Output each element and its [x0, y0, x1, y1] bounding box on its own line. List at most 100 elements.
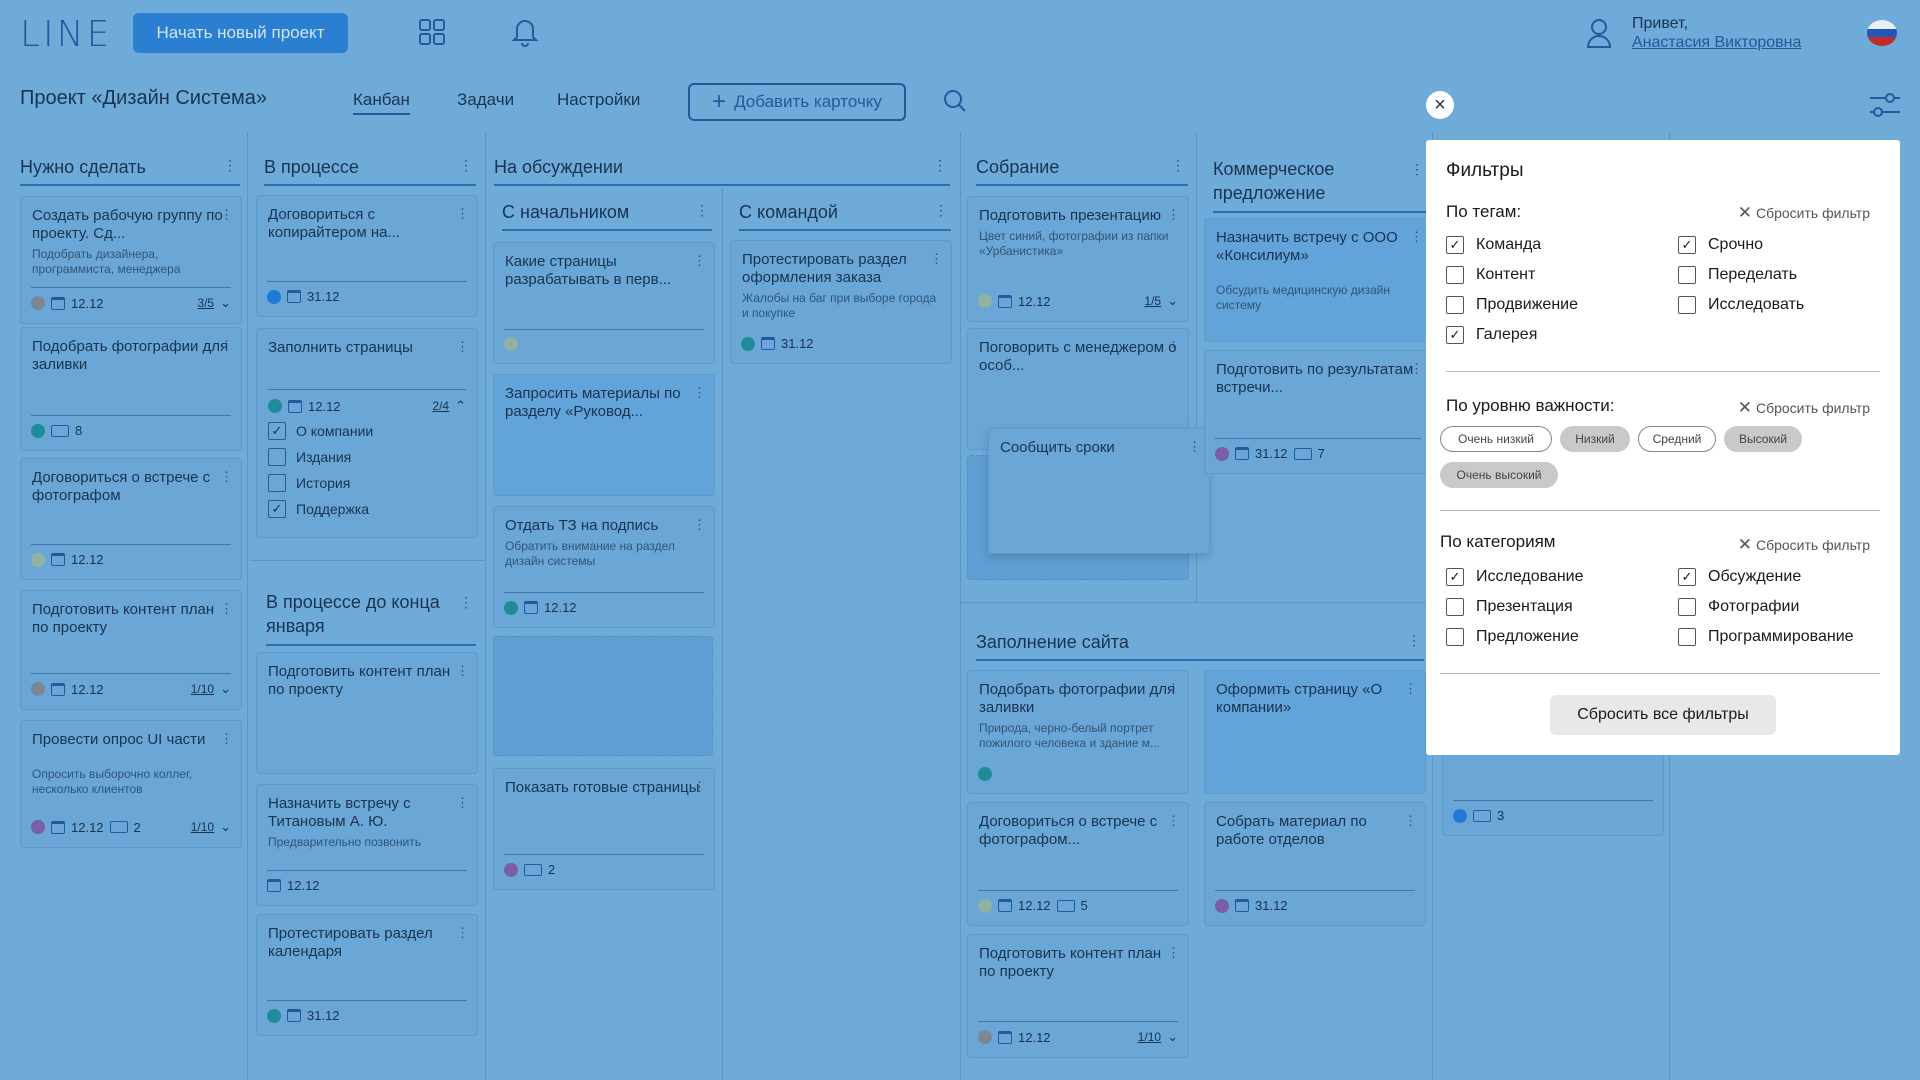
subtask-count[interactable]: 1/10 [1138, 1030, 1161, 1044]
card-menu-icon[interactable]: ⋮ [930, 251, 943, 267]
filter-category-checkbox[interactable]: Презентация [1446, 598, 1573, 616]
card-menu-icon[interactable]: ⋮ [693, 253, 706, 269]
checkbox[interactable]: ✓ [268, 500, 286, 518]
column-menu-icon[interactable]: ⋮ [1171, 157, 1185, 174]
kanban-card[interactable]: Создать рабочую группу по проекту. Сд...… [20, 196, 242, 324]
chevron-down-icon[interactable]: ⌄ [220, 681, 231, 697]
column-header-site[interactable]: Заполнение сайта ⋮ [976, 632, 1424, 661]
column-menu-icon[interactable]: ⋮ [459, 157, 473, 174]
kanban-card[interactable]: Договориться с копирайтером на... ⋮ 31.1… [256, 195, 478, 317]
card-menu-icon[interactable]: ⋮ [1410, 229, 1423, 245]
card-menu-icon[interactable]: ⋮ [220, 207, 233, 223]
filter-category-checkbox[interactable]: ✓ Исследование [1446, 568, 1584, 586]
card-menu-icon[interactable]: ⋮ [220, 469, 233, 485]
add-card-button[interactable]: + Добавить карточку [688, 83, 906, 121]
chevron-down-icon[interactable]: ⌄ [1167, 293, 1178, 309]
card-menu-icon[interactable]: ⋮ [456, 795, 469, 811]
checkbox[interactable] [1446, 296, 1464, 314]
kanban-card[interactable]: Показать готовые страницы ⋮ 2 [493, 768, 715, 890]
column-menu-icon[interactable]: ⋮ [223, 157, 237, 174]
column-header-todo[interactable]: Нужно сделать ⋮ [20, 157, 240, 186]
checkbox[interactable]: ✓ [1446, 326, 1464, 344]
filter-category-checkbox[interactable]: Предложение [1446, 628, 1579, 646]
importance-pill[interactable]: Низкий [1560, 426, 1630, 452]
card-menu-icon[interactable]: ⋮ [456, 925, 469, 941]
subtask-count[interactable]: 3/5 [197, 296, 214, 310]
card-menu-icon[interactable]: ⋮ [220, 338, 233, 354]
kanban-card[interactable]: Какие страницы разрабатывать в перв... ⋮ [493, 242, 715, 364]
kanban-card[interactable]: Протестировать раздел календаря ⋮ 31.12 [256, 914, 478, 1036]
card-menu-icon[interactable]: ⋮ [456, 339, 469, 355]
kanban-card[interactable]: Назначить встречу с ООО «Консилиум» Обсу… [1204, 218, 1432, 342]
checkbox[interactable] [1678, 296, 1696, 314]
subcolumn-header-boss[interactable]: С начальником ⋮ [502, 202, 712, 231]
chevron-down-icon[interactable]: ⌄ [220, 295, 231, 311]
kanban-card[interactable]: Подобрать фотографии для заливки Природа… [967, 670, 1189, 794]
kanban-card[interactable]: Протестировать раздел оформления заказа … [730, 240, 952, 364]
filter-settings-icon[interactable] [1868, 92, 1902, 123]
new-project-button[interactable]: Начать новый проект [133, 13, 348, 53]
kanban-card[interactable]: Договориться о встрече с фотографом... ⋮… [967, 802, 1189, 926]
column-header-in-progress[interactable]: В процессе ⋮ [264, 157, 476, 186]
checkbox[interactable] [1446, 628, 1464, 646]
card-menu-icon[interactable]: ⋮ [1404, 681, 1417, 697]
column-menu-icon[interactable]: ⋮ [1407, 632, 1421, 649]
notification-bell-icon[interactable] [511, 17, 539, 52]
importance-pill[interactable]: Очень высокий [1440, 462, 1558, 488]
user-avatar-icon[interactable] [1586, 18, 1612, 53]
close-filter-button[interactable]: × [1426, 91, 1454, 119]
column-menu-icon[interactable]: ⋮ [1410, 157, 1424, 181]
checklist-item[interactable]: ✓ Поддержка [268, 500, 466, 518]
checkbox[interactable] [268, 474, 286, 492]
card-menu-icon[interactable]: ⋮ [220, 601, 233, 617]
chevron-up-icon[interactable]: ⌃ [455, 398, 466, 414]
subcolumn-header-team[interactable]: С командой ⋮ [739, 202, 951, 231]
kanban-card[interactable]: Оформить страницу «О компании» ⋮ [1204, 670, 1426, 794]
chevron-down-icon[interactable]: ⌄ [220, 819, 231, 835]
apps-grid-icon[interactable] [418, 18, 446, 51]
kanban-card[interactable]: Подобрать фотографии для заливки ⋮ 8 [20, 327, 242, 451]
card-menu-icon[interactable]: ⋮ [1167, 945, 1180, 961]
filter-tag-checkbox[interactable]: Продвижение [1446, 296, 1578, 314]
kanban-card[interactable]: Собрать материал по работе отделов ⋮ 31.… [1204, 802, 1426, 926]
column-menu-icon[interactable]: ⋮ [934, 202, 948, 219]
card-menu-icon[interactable]: ⋮ [1404, 813, 1417, 829]
card-menu-icon[interactable]: ⋮ [1188, 439, 1201, 455]
user-name-link[interactable]: Анастасия Викторовна [1632, 33, 1801, 52]
checklist-item[interactable]: История [268, 474, 466, 492]
column-header-in-progress-january[interactable]: В процессе до конца января ⋮ [266, 590, 476, 646]
card-menu-icon[interactable]: ⋮ [1410, 361, 1423, 377]
importance-pill[interactable]: Высокий [1724, 426, 1802, 452]
filter-tag-checkbox[interactable]: Контент [1446, 266, 1535, 284]
checkbox[interactable] [1446, 598, 1464, 616]
checkbox[interactable]: ✓ [1446, 568, 1464, 586]
chevron-down-icon[interactable]: ⌄ [1167, 1029, 1178, 1045]
checklist-item[interactable]: ✓ О компании [268, 422, 466, 440]
card-menu-icon[interactable]: ⋮ [693, 779, 706, 795]
checkbox[interactable]: ✓ [1678, 568, 1696, 586]
column-header-commercial[interactable]: Коммерческое предложение ⋮ [1213, 157, 1427, 213]
dragging-card[interactable]: Сообщить сроки ⋮ [988, 428, 1210, 554]
checkbox[interactable] [1678, 598, 1696, 616]
language-flag-icon[interactable] [1867, 20, 1897, 46]
column-menu-icon[interactable]: ⋮ [459, 590, 473, 614]
kanban-card[interactable]: Подготовить контент план по проекту ⋮ [256, 652, 478, 774]
card-menu-icon[interactable]: ⋮ [693, 385, 706, 401]
subtask-count[interactable]: 1/5 [1144, 294, 1161, 308]
kanban-card[interactable]: Провести опрос UI части Опросить выбороч… [20, 720, 242, 848]
kanban-card[interactable]: Подготовить контент план по проекту ⋮ 12… [20, 590, 242, 710]
filter-tag-checkbox[interactable]: ✓ Команда [1446, 236, 1541, 254]
filter-category-checkbox[interactable]: ✓ Обсуждение [1678, 568, 1801, 586]
checklist-item[interactable]: Издания [268, 448, 466, 466]
reset-importance-filter[interactable]: ✕ Сбросить фильтр [1738, 398, 1870, 418]
tab-tasks[interactable]: Задачи [457, 90, 514, 110]
card-menu-icon[interactable]: ⋮ [1167, 207, 1180, 223]
checkbox[interactable] [1446, 266, 1464, 284]
search-icon[interactable] [943, 89, 967, 118]
subtask-count[interactable]: 2/4 [432, 399, 449, 413]
reset-categories-filter[interactable]: ✕ Сбросить фильтр [1738, 535, 1870, 555]
kanban-card-checklist[interactable]: Заполнить страницы ⋮ 12.12 2/4 ⌃ ✓ О компан… [256, 328, 478, 538]
filter-tag-checkbox[interactable]: ✓ Срочно [1678, 236, 1763, 254]
kanban-card[interactable]: Назначить встречу с Титановым А. Ю. Пред… [256, 784, 478, 906]
tab-kanban[interactable]: Канбан [353, 90, 410, 115]
